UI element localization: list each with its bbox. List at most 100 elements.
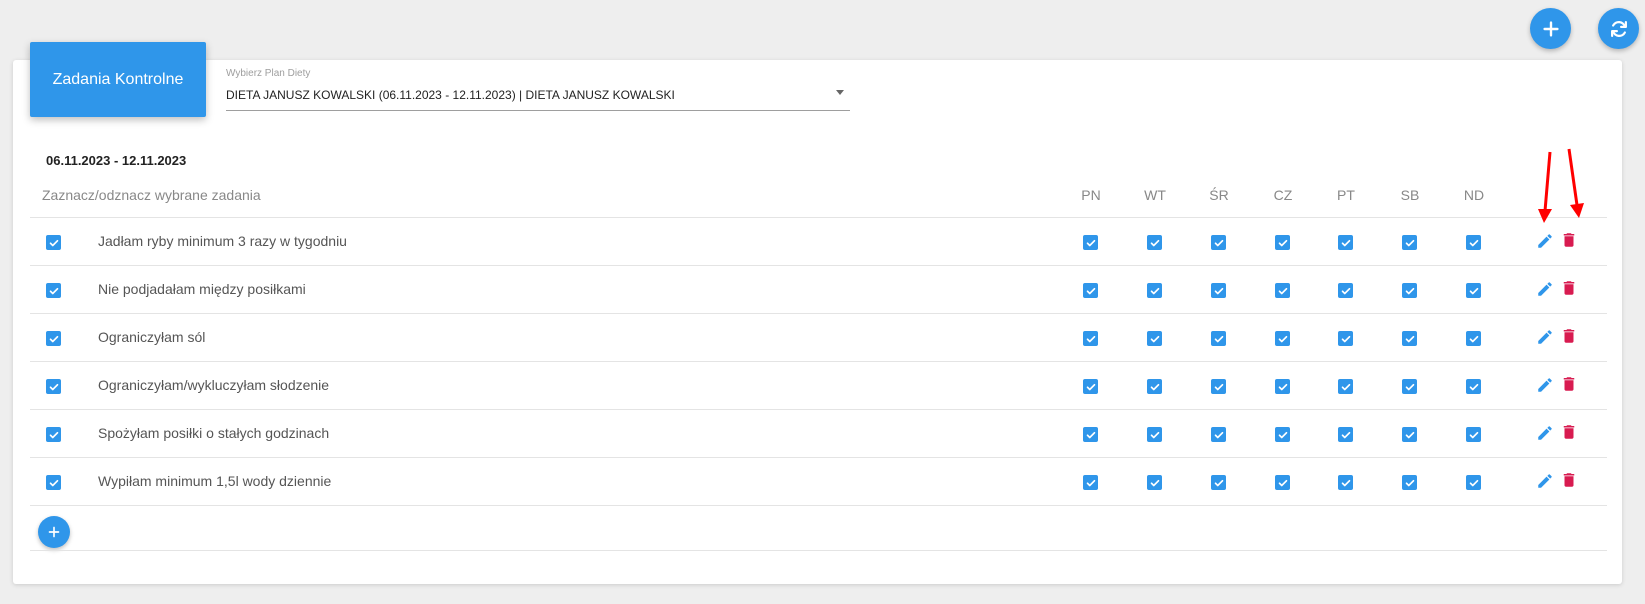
add-button[interactable]	[1530, 8, 1571, 49]
day-checkbox-pn[interactable]	[1083, 331, 1098, 346]
delete-task-button[interactable]	[1560, 471, 1578, 489]
day-checkbox-śr[interactable]	[1211, 379, 1226, 394]
edit-task-button[interactable]	[1536, 280, 1554, 298]
task-select-checkbox[interactable]	[46, 427, 61, 442]
task-label: Ograniczyłam/wykluczyłam słodzenie	[98, 377, 330, 393]
day-checkbox-pt[interactable]	[1338, 379, 1353, 394]
day-checkbox-sb[interactable]	[1402, 331, 1417, 346]
day-checkbox-śr[interactable]	[1211, 427, 1226, 442]
delete-task-button[interactable]	[1560, 279, 1578, 297]
pencil-icon	[1538, 426, 1552, 440]
day-header: ŚR	[1209, 187, 1229, 203]
table-row: Ograniczyłam/wykluczyłam słodzenie	[30, 361, 1607, 409]
sync-icon	[1610, 20, 1627, 37]
task-label: Nie podjadałam między posiłkami	[98, 281, 306, 297]
pencil-icon	[1538, 474, 1552, 488]
plus-icon	[1542, 20, 1559, 37]
day-header: WT	[1144, 187, 1166, 203]
day-checkbox-pt[interactable]	[1338, 475, 1353, 490]
day-checkbox-sb[interactable]	[1402, 235, 1417, 250]
trash-icon	[1563, 377, 1575, 391]
table-row: Ograniczyłam sól	[30, 313, 1607, 361]
task-label: Spożyłam posiłki o stałych godzinach	[98, 425, 330, 441]
day-checkbox-śr[interactable]	[1211, 235, 1226, 250]
task-label: Wypiłam minimum 1,5l wody dziennie	[98, 473, 332, 489]
diet-plan-select-value: DIETA JANUSZ KOWALSKI (06.11.2023 - 12.1…	[226, 88, 675, 102]
day-header: PT	[1337, 187, 1355, 203]
day-checkbox-wt[interactable]	[1147, 427, 1162, 442]
annotation-arrows	[1538, 148, 1584, 223]
day-header: PN	[1081, 187, 1101, 203]
pencil-icon	[1538, 234, 1552, 248]
task-select-checkbox[interactable]	[46, 379, 61, 394]
day-checkbox-sb[interactable]	[1402, 379, 1417, 394]
day-checkbox-pn[interactable]	[1083, 235, 1098, 250]
edit-task-button[interactable]	[1536, 232, 1554, 250]
delete-task-button[interactable]	[1560, 375, 1578, 393]
day-checkbox-cz[interactable]	[1275, 427, 1290, 442]
edit-task-button[interactable]	[1536, 328, 1554, 346]
edit-task-button[interactable]	[1536, 472, 1554, 490]
day-checkbox-śr[interactable]	[1211, 283, 1226, 298]
day-checkbox-śr[interactable]	[1211, 475, 1226, 490]
day-header: CZ	[1273, 187, 1293, 203]
delete-task-button[interactable]	[1560, 423, 1578, 441]
pencil-icon	[1538, 378, 1552, 392]
table-row-divider	[30, 505, 1607, 506]
day-checkbox-nd[interactable]	[1466, 379, 1481, 394]
dropdown-arrow-icon	[836, 90, 844, 95]
day-header: SB	[1400, 187, 1420, 203]
pencil-icon	[1538, 330, 1552, 344]
page-title: Zadania Kontrolne	[52, 70, 184, 88]
trash-icon	[1563, 425, 1575, 439]
day-checkbox-nd[interactable]	[1466, 331, 1481, 346]
delete-task-button[interactable]	[1560, 327, 1578, 345]
day-checkbox-nd[interactable]	[1466, 235, 1481, 250]
day-checkbox-nd[interactable]	[1466, 283, 1481, 298]
day-checkbox-nd[interactable]	[1466, 427, 1481, 442]
add-task-button[interactable]	[38, 516, 70, 548]
day-checkbox-sb[interactable]	[1402, 283, 1417, 298]
day-checkbox-sb[interactable]	[1402, 427, 1417, 442]
table-row: Nie podjadałam między posiłkami	[30, 265, 1607, 313]
day-checkbox-pn[interactable]	[1083, 475, 1098, 490]
day-checkbox-pn[interactable]	[1083, 427, 1098, 442]
trash-icon	[1563, 281, 1575, 295]
trash-icon	[1563, 233, 1575, 247]
edit-task-button[interactable]	[1536, 424, 1554, 442]
day-checkbox-pt[interactable]	[1338, 427, 1353, 442]
day-checkbox-cz[interactable]	[1275, 379, 1290, 394]
delete-task-button[interactable]	[1560, 231, 1578, 249]
diet-plan-select-label: Wybierz Plan Diety	[226, 68, 311, 79]
task-select-checkbox[interactable]	[46, 235, 61, 250]
day-checkbox-wt[interactable]	[1147, 379, 1162, 394]
day-checkbox-pn[interactable]	[1083, 379, 1098, 394]
task-select-checkbox[interactable]	[46, 331, 61, 346]
task-label: Jadłam ryby minimum 3 razy w tygodniu	[98, 233, 347, 249]
tasks-column-header: Zaznacz/odznacz wybrane zadania	[42, 187, 261, 203]
edit-task-button[interactable]	[1536, 376, 1554, 394]
table-row: Jadłam ryby minimum 3 razy w tygodniu	[30, 217, 1607, 265]
day-checkbox-nd[interactable]	[1466, 475, 1481, 490]
day-checkbox-cz[interactable]	[1275, 475, 1290, 490]
day-checkbox-pt[interactable]	[1338, 331, 1353, 346]
day-checkbox-cz[interactable]	[1275, 235, 1290, 250]
table-footer-divider	[30, 550, 1607, 551]
day-checkbox-wt[interactable]	[1147, 283, 1162, 298]
plus-icon	[48, 526, 60, 538]
day-checkbox-śr[interactable]	[1211, 331, 1226, 346]
day-checkbox-cz[interactable]	[1275, 331, 1290, 346]
day-checkbox-pn[interactable]	[1083, 283, 1098, 298]
day-checkbox-pt[interactable]	[1338, 235, 1353, 250]
day-checkbox-wt[interactable]	[1147, 235, 1162, 250]
day-checkbox-wt[interactable]	[1147, 331, 1162, 346]
sync-button[interactable]	[1598, 8, 1639, 49]
pencil-icon	[1538, 282, 1552, 296]
day-checkbox-wt[interactable]	[1147, 475, 1162, 490]
day-checkbox-sb[interactable]	[1402, 475, 1417, 490]
task-select-checkbox[interactable]	[46, 475, 61, 490]
diet-plan-select[interactable]: Wybierz Plan Diety DIETA JANUSZ KOWALSKI…	[226, 66, 850, 111]
day-checkbox-cz[interactable]	[1275, 283, 1290, 298]
day-checkbox-pt[interactable]	[1338, 283, 1353, 298]
task-select-checkbox[interactable]	[46, 283, 61, 298]
